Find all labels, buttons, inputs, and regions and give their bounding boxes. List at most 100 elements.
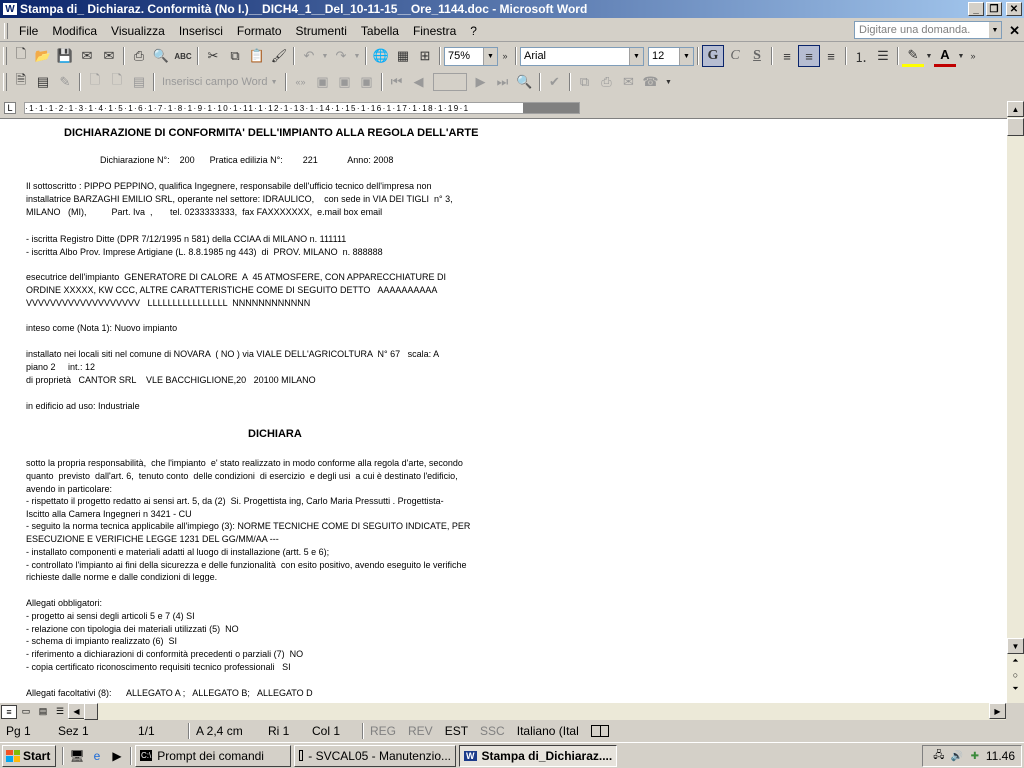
- highlight-fields-icon[interactable]: ▣: [312, 71, 334, 93]
- cut-icon[interactable]: ✂: [202, 45, 224, 67]
- status-reg[interactable]: REG: [364, 724, 402, 738]
- insert-word-field-button[interactable]: Inserisci campo Word ▼: [158, 76, 282, 88]
- previous-record-icon[interactable]: ◀: [408, 71, 430, 93]
- zoom-select[interactable]: 75% ▼: [444, 46, 498, 66]
- record-number-input[interactable]: [432, 73, 467, 91]
- first-record-icon[interactable]: ⏮: [386, 71, 408, 93]
- web-layout-icon[interactable]: ▭: [18, 705, 34, 719]
- highlight-icon[interactable]: ✎: [902, 45, 924, 67]
- vertical-scrollbar[interactable]: ▲ ▼ ⏶ ○ ⏷: [1007, 101, 1024, 703]
- undo-dropdown-icon[interactable]: ▼: [320, 45, 330, 67]
- underline-button[interactable]: S: [746, 45, 768, 67]
- print-icon[interactable]: ⎙: [128, 45, 150, 67]
- document-area[interactable]: DICHIARAZIONE DI CONFORMITA' DELL'IMPIAN…: [0, 118, 1007, 703]
- next-record-icon[interactable]: ▶: [470, 71, 492, 93]
- status-est[interactable]: EST: [439, 724, 474, 738]
- menubar-grip[interactable]: [4, 22, 8, 39]
- vertical-scroll-thumb[interactable]: [1007, 118, 1024, 136]
- word-app-icon[interactable]: W: [2, 2, 18, 16]
- quicklaunch-ie-icon[interactable]: e: [87, 746, 107, 766]
- save-icon[interactable]: 💾: [54, 45, 76, 67]
- bold-button[interactable]: G: [702, 45, 724, 67]
- font-size-select[interactable]: 12 ▼: [648, 46, 694, 66]
- last-record-icon[interactable]: ⏭: [492, 71, 514, 93]
- network-icon[interactable]: 🖧: [932, 749, 946, 763]
- font-name-select[interactable]: Arial ▼: [520, 46, 644, 66]
- align-justify-icon[interactable]: ≡: [820, 45, 842, 67]
- toolbar-options-icon[interactable]: »: [498, 45, 512, 67]
- numbered-list-icon[interactable]: ⒈: [850, 45, 872, 67]
- redo-dropdown-icon[interactable]: ▼: [352, 45, 362, 67]
- toolbar-options-icon[interactable]: »: [966, 45, 980, 67]
- print-layout-icon[interactable]: ▤: [35, 705, 51, 719]
- align-left-icon[interactable]: ≡: [776, 45, 798, 67]
- menu-visualizza[interactable]: Visualizza: [104, 22, 172, 40]
- menu-formato[interactable]: Formato: [230, 22, 289, 40]
- task-word[interactable]: W Stampa di_Dichiaraz....: [459, 744, 617, 767]
- sound-icon[interactable]: 🔊: [950, 749, 964, 763]
- security-icon[interactable]: ✚: [968, 749, 982, 763]
- view-merged-data-icon[interactable]: «»: [290, 71, 312, 93]
- propagate-labels-icon[interactable]: ▣: [356, 71, 378, 93]
- scroll-down-button[interactable]: ▼: [1007, 638, 1024, 654]
- title-bar[interactable]: W Stampa di_ Dichiaraz. Conformità (No I…: [0, 0, 1024, 18]
- task-prompt[interactable]: C:\ Prompt dei comandi: [135, 744, 291, 767]
- insert-table-icon[interactable]: ⊞: [414, 45, 436, 67]
- tables-borders-icon[interactable]: ▦: [392, 45, 414, 67]
- copy-icon[interactable]: ⧉: [224, 45, 246, 67]
- align-center-icon[interactable]: ≡: [798, 45, 820, 67]
- menu-finestra[interactable]: Finestra: [406, 22, 463, 40]
- previous-page-icon[interactable]: ⏶: [1007, 656, 1024, 666]
- spelling-status-icon[interactable]: [590, 725, 609, 737]
- chevron-down-icon[interactable]: ▼: [989, 22, 1001, 38]
- task-svcal[interactable]: - SVCAL05 - Manutenzio...: [294, 744, 456, 767]
- menu-help[interactable]: ?: [463, 22, 484, 40]
- next-page-icon[interactable]: ⏷: [1007, 684, 1024, 694]
- horizontal-scrollbar[interactable]: ◀ ▶: [68, 703, 1006, 720]
- status-language[interactable]: Italiano (Ital: [511, 724, 585, 738]
- toolbar-grip[interactable]: [3, 47, 7, 65]
- menu-file[interactable]: File: [12, 22, 45, 40]
- edit-recipients-icon[interactable]: ✎: [54, 71, 76, 93]
- scroll-left-button[interactable]: ◀: [68, 703, 85, 719]
- status-rev[interactable]: REV: [402, 724, 439, 738]
- normal-view-icon[interactable]: ≡: [1, 704, 17, 719]
- redo-icon[interactable]: ↷: [330, 45, 352, 67]
- toolbar-grip[interactable]: [3, 73, 7, 91]
- help-question-input[interactable]: Digitare una domanda. ▼: [854, 21, 1002, 39]
- quicklaunch-media-icon[interactable]: ▶: [107, 746, 127, 766]
- font-color-icon[interactable]: A: [934, 45, 956, 67]
- check-errors-icon[interactable]: ✔: [544, 71, 566, 93]
- undo-icon[interactable]: ↶: [298, 45, 320, 67]
- paste-icon[interactable]: 📋: [246, 45, 268, 67]
- open-folder-icon[interactable]: 📂: [32, 45, 54, 67]
- menu-strumenti[interactable]: Strumenti: [289, 22, 354, 40]
- match-fields-icon[interactable]: ▣: [334, 71, 356, 93]
- close-window-button[interactable]: ✕: [1006, 2, 1022, 16]
- merge-fax-icon[interactable]: ☎: [640, 71, 662, 93]
- new-document-icon[interactable]: 🗋: [10, 45, 32, 67]
- hyperlink-icon[interactable]: 🌐: [370, 45, 392, 67]
- chevron-down-icon[interactable]: ▼: [483, 47, 497, 65]
- highlight-dropdown-icon[interactable]: ▼: [924, 45, 934, 67]
- insert-greeting-icon[interactable]: 🗋: [106, 71, 128, 93]
- menu-tabella[interactable]: Tabella: [354, 22, 406, 40]
- insert-address-icon[interactable]: 🗋: [84, 71, 106, 93]
- data-source-icon[interactable]: ▤: [32, 71, 54, 93]
- bulleted-list-icon[interactable]: ☰: [872, 45, 894, 67]
- scroll-right-button[interactable]: ▶: [989, 703, 1006, 719]
- spelling-icon[interactable]: ABC: [172, 45, 194, 67]
- quicklaunch-desktop-icon[interactable]: 🖥: [67, 746, 87, 766]
- horizontal-ruler[interactable]: ·1·1·1·2·1·3·1·4·1·5·1·6·1·7·1·8·1·9·1·1…: [24, 102, 580, 114]
- permission-icon[interactable]: ✉: [76, 45, 98, 67]
- merge-printer-icon[interactable]: ⎙: [596, 71, 618, 93]
- italic-button[interactable]: C: [724, 45, 746, 67]
- font-color-dropdown-icon[interactable]: ▼: [956, 45, 966, 67]
- insert-fields-icon[interactable]: ▤: [128, 71, 150, 93]
- print-preview-icon[interactable]: 🔍: [150, 45, 172, 67]
- menu-modifica[interactable]: Modifica: [45, 22, 104, 40]
- find-entry-icon[interactable]: 🔍: [514, 71, 536, 93]
- chevron-down-icon[interactable]: ▼: [629, 47, 643, 65]
- horizontal-scroll-thumb[interactable]: [84, 703, 98, 720]
- merge-email-icon[interactable]: ✉: [618, 71, 640, 93]
